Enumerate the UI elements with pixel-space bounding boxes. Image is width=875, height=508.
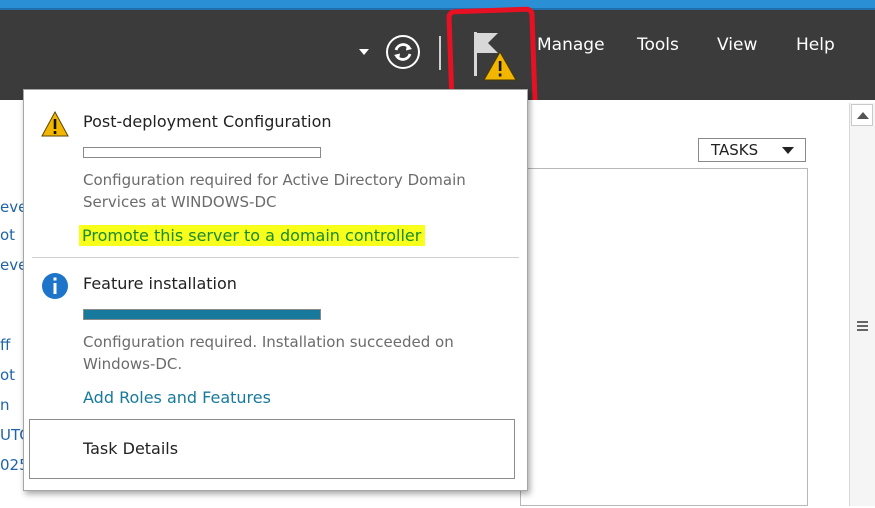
- event-text-fragment[interactable]: ff: [0, 336, 10, 354]
- menu-tools[interactable]: Tools: [637, 35, 679, 55]
- notification-title-feature-installation: Feature installation: [83, 274, 237, 293]
- notification-description-post-deployment: Configuration required for Active Direct…: [83, 171, 466, 211]
- menu-view[interactable]: View: [717, 35, 757, 55]
- notification-description-feature-installation: Configuration required. Installation suc…: [83, 333, 454, 373]
- window-title-strip: [0, 0, 875, 8]
- refresh-icon[interactable]: [385, 34, 421, 70]
- promote-domain-controller-link[interactable]: Promote this server to a domain controll…: [79, 225, 426, 246]
- scroll-grip-icon[interactable]: [857, 321, 868, 332]
- post-deployment-progress-bar: [83, 147, 321, 158]
- promote-link-text[interactable]: Promote this server to a domain controll…: [79, 225, 426, 246]
- menu-manage[interactable]: Manage: [537, 35, 605, 55]
- toolbar-separator: [439, 36, 441, 70]
- chevron-down-icon: [782, 147, 794, 154]
- menu-help[interactable]: Help: [796, 35, 835, 55]
- add-roles-and-features-link[interactable]: Add Roles and Features: [83, 388, 271, 408]
- event-text-fragment[interactable]: ot: [0, 366, 15, 384]
- notification-title-post-deployment: Post-deployment Configuration: [83, 112, 332, 131]
- task-details-button[interactable]: Task Details: [29, 419, 515, 479]
- feature-installation-progress-bar: [83, 309, 321, 320]
- task-details-label: Task Details: [83, 439, 179, 458]
- event-text-fragment[interactable]: ot: [0, 226, 15, 244]
- event-text-fragment[interactable]: n: [0, 396, 10, 414]
- notification-divider: [32, 257, 519, 258]
- progress-fill: [84, 310, 320, 319]
- tasks-label: TASKS: [711, 141, 759, 159]
- notifications-popup: Post-deployment Configuration Configurat…: [23, 89, 528, 491]
- navigation-dropdown-icon[interactable]: [359, 49, 369, 55]
- server-manager-toolbar: [0, 10, 875, 100]
- warning-icon: [41, 111, 69, 137]
- vertical-scrollbar[interactable]: [849, 103, 875, 506]
- background-panel: [520, 168, 808, 506]
- tasks-dropdown-button[interactable]: TASKS: [698, 138, 806, 162]
- scroll-up-icon[interactable]: [851, 104, 873, 126]
- info-icon: [42, 273, 68, 299]
